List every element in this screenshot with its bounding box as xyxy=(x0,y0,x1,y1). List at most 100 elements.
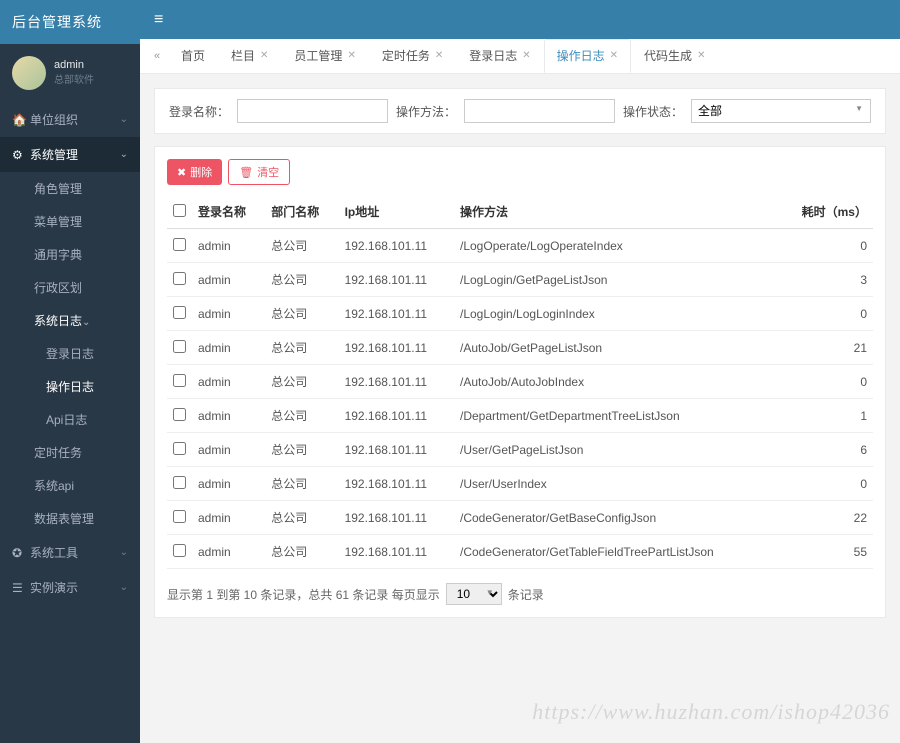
nav-sub-item[interactable]: Api日志 xyxy=(0,403,140,436)
table-row[interactable]: admin 总公司 192.168.101.11 /User/UserIndex… xyxy=(167,467,873,501)
tab[interactable]: 员工管理✕ xyxy=(281,39,368,73)
nav-sub-item[interactable]: 登录日志 xyxy=(0,337,140,370)
user-panel: admin 总部软件 xyxy=(0,44,140,102)
table-row[interactable]: admin 总公司 192.168.101.11 /AutoJob/GetPag… xyxy=(167,331,873,365)
row-checkbox[interactable] xyxy=(173,272,186,285)
nav-item[interactable]: ✪系统工具⌄ xyxy=(0,535,140,570)
filter-status-select[interactable]: 全部 xyxy=(691,99,871,123)
nav-label: 定时任务 xyxy=(34,446,82,460)
row-checkbox[interactable] xyxy=(173,476,186,489)
row-checkbox[interactable] xyxy=(173,340,186,353)
filter-login-input[interactable] xyxy=(237,99,388,123)
select-all-checkbox[interactable] xyxy=(173,204,186,217)
chevron-down-icon: ⌄ xyxy=(120,114,128,125)
close-icon[interactable]: ✕ xyxy=(697,39,705,73)
cell-time: 6 xyxy=(778,433,873,467)
row-checkbox[interactable] xyxy=(173,408,186,421)
cell-method: /Department/GetDepartmentTreeListJson xyxy=(454,399,778,433)
content: 登录名称： 操作方法： 操作状态： 全部 ✖ 删除 xyxy=(140,74,900,743)
cell-method: /LogLogin/GetPageListJson xyxy=(454,263,778,297)
table-row[interactable]: admin 总公司 192.168.101.11 /Department/Get… xyxy=(167,399,873,433)
cell-time: 3 xyxy=(778,263,873,297)
sidebar: 后台管理系统 admin 总部软件 🏠单位组织⌄⚙系统管理⌄角色管理菜单管理通用… xyxy=(0,0,140,743)
filter-bar: 登录名称： 操作方法： 操作状态： 全部 xyxy=(154,88,886,134)
nav-label: 行政区划 xyxy=(34,281,82,295)
close-icon[interactable]: ✕ xyxy=(522,39,530,73)
tab[interactable]: 栏目✕ xyxy=(218,39,281,73)
row-checkbox[interactable] xyxy=(173,238,186,251)
nav-sub-item[interactable]: 操作日志 xyxy=(0,370,140,403)
cell-time: 0 xyxy=(778,229,873,263)
table-row[interactable]: admin 总公司 192.168.101.11 /User/GetPageLi… xyxy=(167,433,873,467)
nav-sub-item[interactable]: 角色管理 xyxy=(0,172,140,205)
tab[interactable]: 操作日志✕ xyxy=(544,39,631,73)
col-time[interactable]: 耗时（ms） xyxy=(778,195,873,229)
cell-ip: 192.168.101.11 xyxy=(339,297,454,331)
page-size-select[interactable]: 10 xyxy=(446,583,502,605)
cell-ip: 192.168.101.11 xyxy=(339,501,454,535)
nav-sub-item[interactable]: 系统api xyxy=(0,469,140,502)
table-row[interactable]: admin 总公司 192.168.101.11 /AutoJob/AutoJo… xyxy=(167,365,873,399)
cell-dept: 总公司 xyxy=(265,331,338,365)
col-dept[interactable]: 部门名称 xyxy=(265,195,338,229)
row-checkbox[interactable] xyxy=(173,374,186,387)
row-checkbox[interactable] xyxy=(173,442,186,455)
chevron-down-icon: ⌄ xyxy=(120,547,128,558)
nav-label: 单位组织 xyxy=(30,111,78,128)
row-checkbox[interactable] xyxy=(173,510,186,523)
nav-sub-item[interactable]: 数据表管理 xyxy=(0,502,140,535)
log-table: 登录名称 部门名称 Ip地址 操作方法 耗时（ms） admin 总公司 192… xyxy=(167,195,873,569)
tab[interactable]: 登录日志✕ xyxy=(456,39,543,73)
close-icon[interactable]: ✕ xyxy=(435,39,443,73)
tab[interactable]: 代码生成✕ xyxy=(631,39,718,73)
nav-sub-item[interactable]: 通用字典 xyxy=(0,238,140,271)
nav-item[interactable]: ⚙系统管理⌄ xyxy=(0,137,140,172)
col-method[interactable]: 操作方法 xyxy=(454,195,778,229)
nav-sub-item[interactable]: 行政区划 xyxy=(0,271,140,304)
tab-back-icon[interactable]: « xyxy=(146,50,168,62)
nav-item[interactable]: ☰实例演示⌄ xyxy=(0,570,140,605)
nav-sub-item[interactable]: 定时任务 xyxy=(0,436,140,469)
avatar[interactable] xyxy=(12,56,46,90)
table-row[interactable]: admin 总公司 192.168.101.11 /CodeGenerator/… xyxy=(167,501,873,535)
filter-method-input[interactable] xyxy=(464,99,615,123)
cell-time: 0 xyxy=(778,297,873,331)
brand-title: 后台管理系统 xyxy=(0,0,140,44)
pager-suffix: 条记录 xyxy=(508,586,544,603)
user-name: admin xyxy=(54,58,94,73)
tab-label: 员工管理 xyxy=(294,39,342,73)
nav-label: 数据表管理 xyxy=(34,512,94,526)
row-checkbox[interactable] xyxy=(173,306,186,319)
table-panel: ✖ 删除 🗑 清空 登录名称 部门名称 Ip地址 xyxy=(154,146,886,618)
table-row[interactable]: admin 总公司 192.168.101.11 /LogLogin/GetPa… xyxy=(167,263,873,297)
close-icon[interactable]: ✕ xyxy=(610,39,618,73)
nav-label: 操作日志 xyxy=(46,380,94,394)
close-icon[interactable]: ✕ xyxy=(260,39,268,73)
col-ip[interactable]: Ip地址 xyxy=(339,195,454,229)
nav-label: 系统api xyxy=(34,479,74,493)
col-login[interactable]: 登录名称 xyxy=(192,195,265,229)
delete-button[interactable]: ✖ 删除 xyxy=(167,159,222,185)
menu-toggle-icon[interactable]: ≡ xyxy=(154,11,163,29)
table-row[interactable]: admin 总公司 192.168.101.11 /LogOperate/Log… xyxy=(167,229,873,263)
clear-button[interactable]: 🗑 清空 xyxy=(228,159,290,185)
cell-login: admin xyxy=(192,467,265,501)
table-row[interactable]: admin 总公司 192.168.101.11 /LogLogin/LogLo… xyxy=(167,297,873,331)
row-checkbox[interactable] xyxy=(173,544,186,557)
cell-method: /User/GetPageListJson xyxy=(454,433,778,467)
tab[interactable]: 定时任务✕ xyxy=(369,39,456,73)
close-icon[interactable]: ✕ xyxy=(347,39,355,73)
nav-item[interactable]: 🏠单位组织⌄ xyxy=(0,102,140,137)
cell-dept: 总公司 xyxy=(265,365,338,399)
cell-dept: 总公司 xyxy=(265,297,338,331)
cell-dept: 总公司 xyxy=(265,467,338,501)
nav-sub-item[interactable]: 菜单管理 xyxy=(0,205,140,238)
cell-ip: 192.168.101.11 xyxy=(339,263,454,297)
nav-label: 菜单管理 xyxy=(34,215,82,229)
cell-method: /LogLogin/LogLoginIndex xyxy=(454,297,778,331)
table-row[interactable]: admin 总公司 192.168.101.11 /CodeGenerator/… xyxy=(167,535,873,569)
cell-time: 21 xyxy=(778,331,873,365)
tab[interactable]: 首页 xyxy=(168,39,218,73)
nav-sub-item[interactable]: 系统日志⌄ xyxy=(0,304,140,337)
user-role: 总部软件 xyxy=(54,74,94,88)
